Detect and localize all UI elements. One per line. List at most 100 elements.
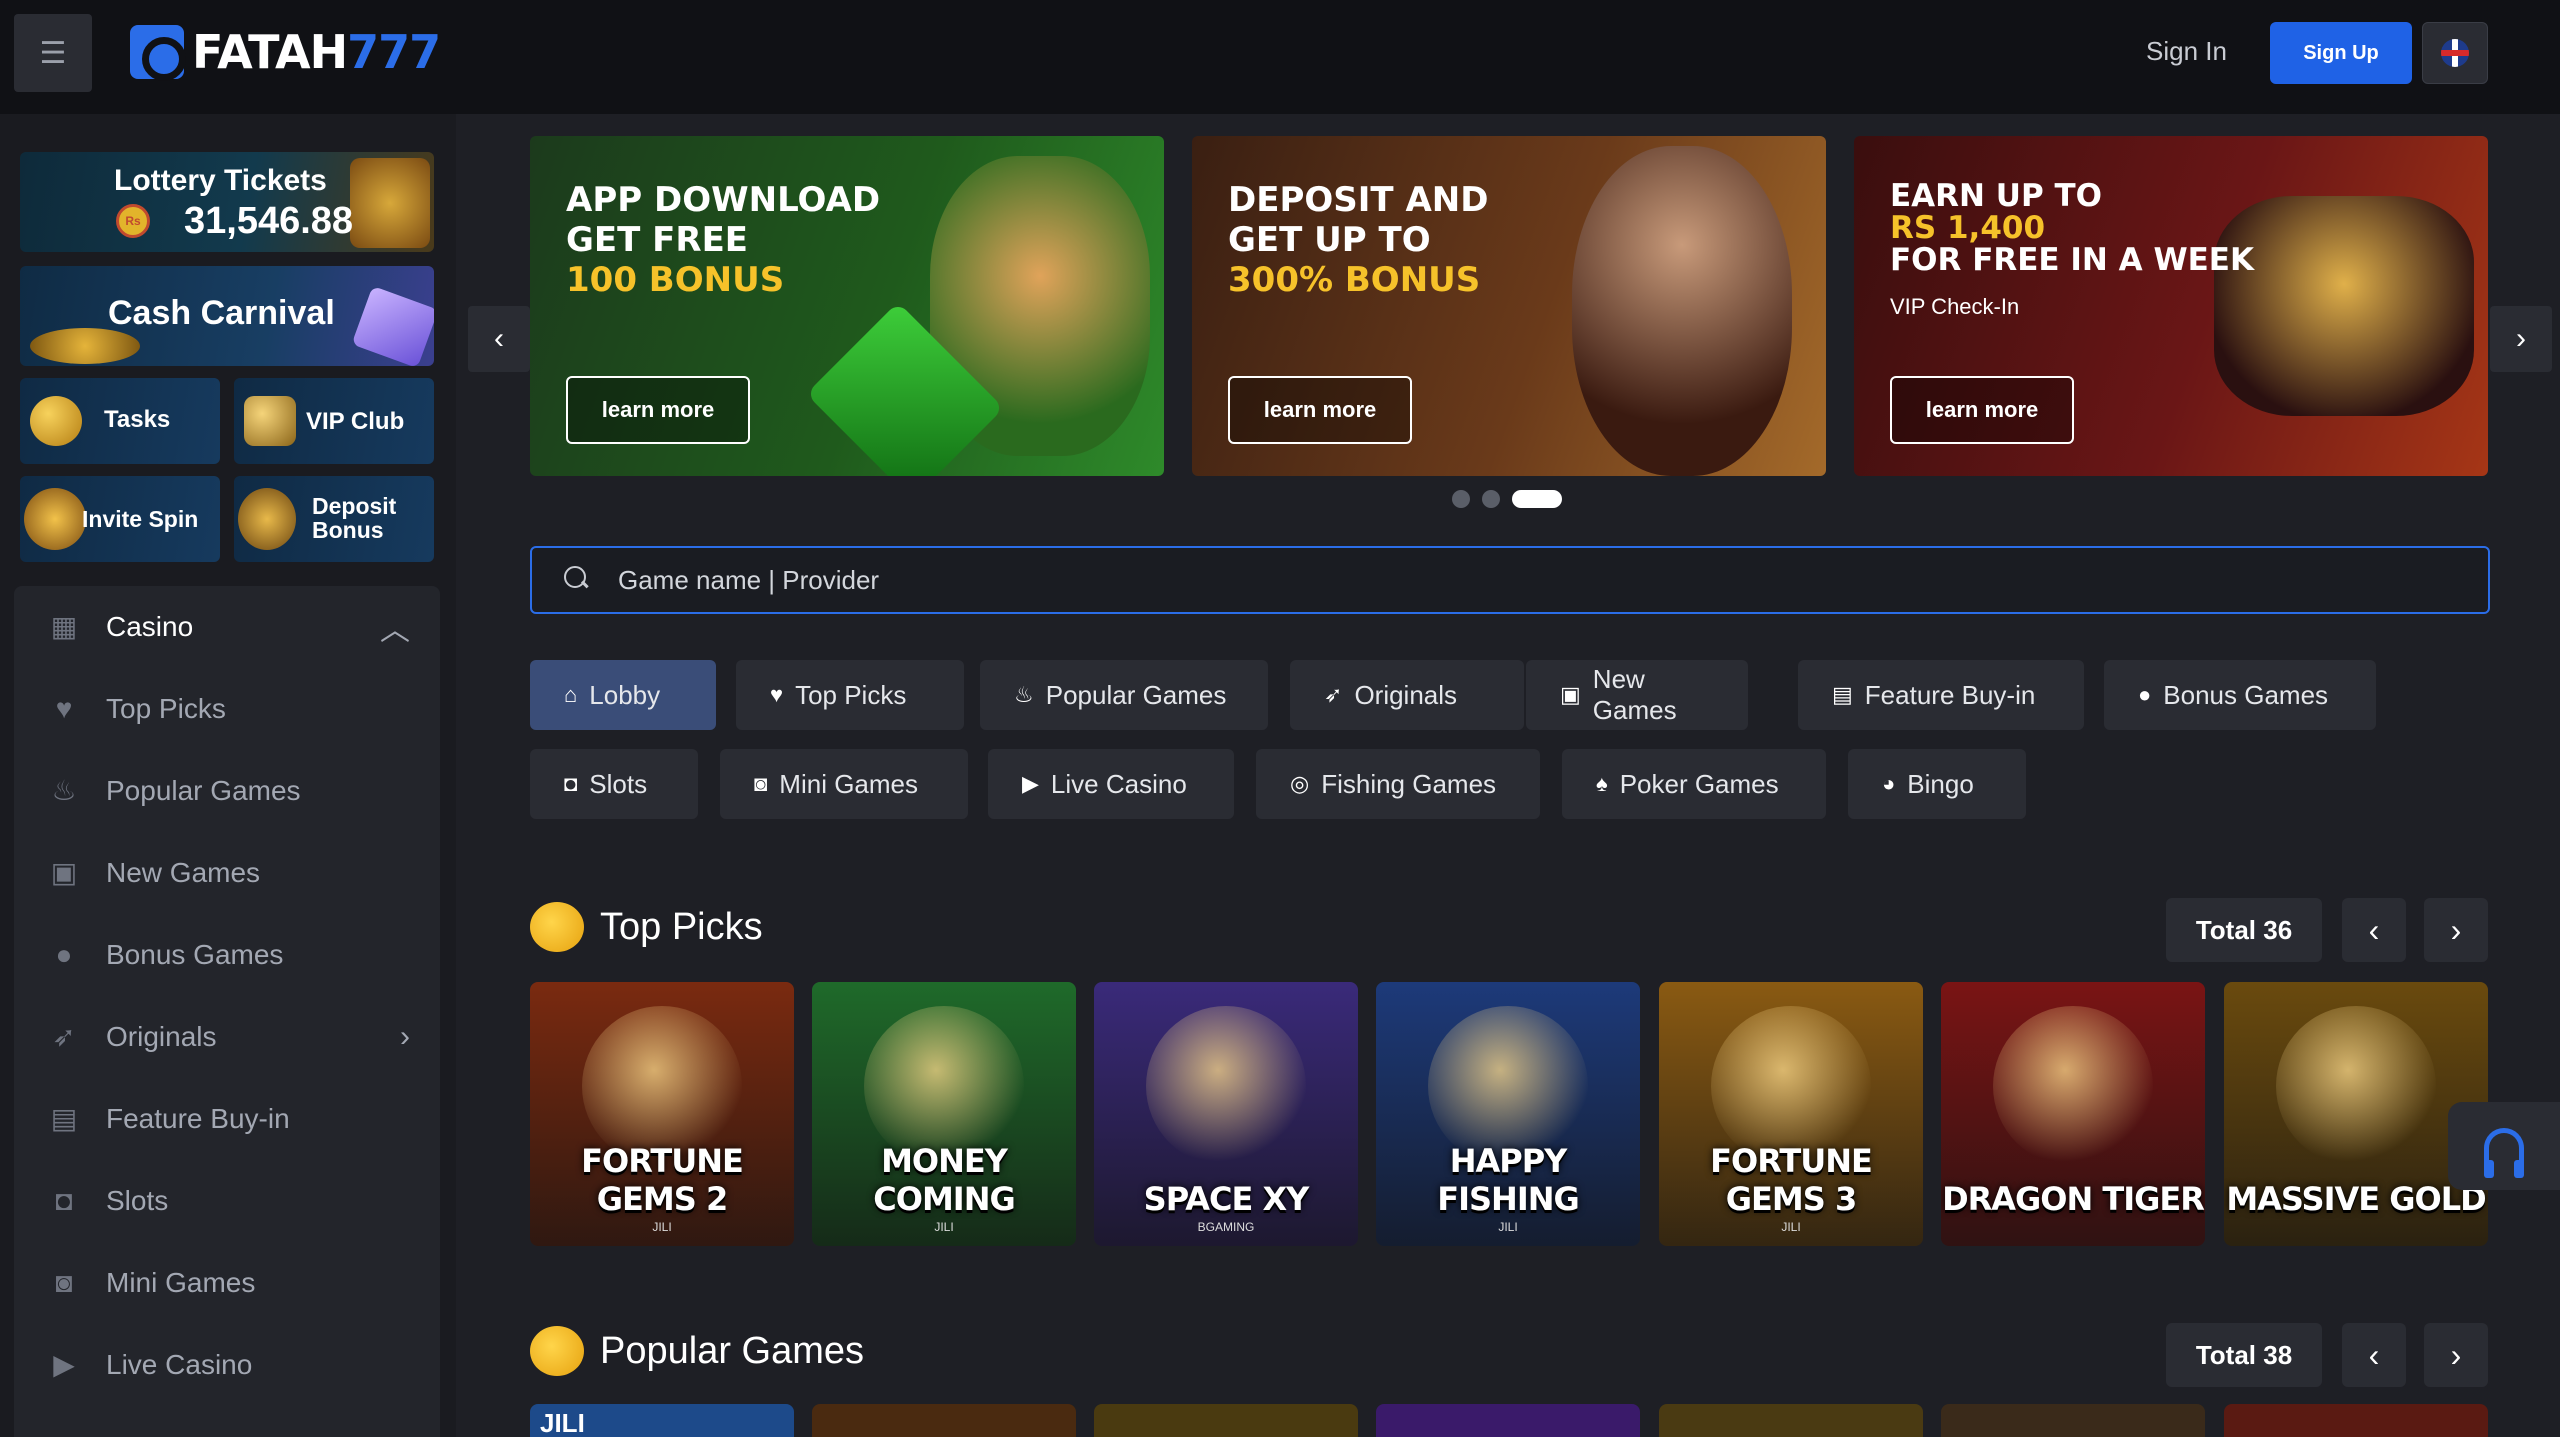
category-bingo[interactable]: ◕ Bingo (1848, 749, 2026, 819)
bonus-coin-icon: ● (2138, 682, 2152, 707)
invite-spin-label: Invite Spin (82, 506, 199, 532)
learn-more-button[interactable]: learn more (566, 376, 750, 444)
tasks-promo[interactable]: Tasks (20, 378, 220, 464)
lottery-ticket-icon (350, 158, 430, 248)
banner-vip-check-in[interactable]: EARN UP TO RS 1,400 FOR FREE IN A WEEK V… (1854, 136, 2488, 476)
search-input[interactable]: Game name | Provider (530, 546, 2490, 614)
game-provider: JILI (934, 1220, 954, 1234)
sidebar-item-popular-games[interactable]: ♨ Popular Games (14, 750, 440, 832)
game-tile[interactable]: MONEY COMING JILI (812, 982, 1076, 1246)
sidebar-item-bonus-games[interactable]: ● Bonus Games (14, 914, 440, 996)
sidebar-item-live-casino[interactable]: ▶ Live Casino (14, 1324, 440, 1406)
category-lobby[interactable]: ⌂ Lobby (530, 660, 716, 730)
top-picks-prev-button[interactable]: ‹ (2342, 898, 2406, 962)
banner-app-download[interactable]: APP DOWNLOAD GET FREE 100 BONUS learn mo… (530, 136, 1164, 476)
sidebar-item-slots[interactable]: ◘ Slots (14, 1160, 440, 1242)
popular-games-prev-button[interactable]: ‹ (2342, 1323, 2406, 1387)
top-picks-next-button[interactable]: › (2424, 898, 2488, 962)
category-popular-games[interactable]: ♨ Popular Games (980, 660, 1268, 730)
game-tile[interactable]: HAPPY FISHING JILI (1376, 982, 1640, 1246)
casino-icon: ▦ (50, 611, 78, 642)
sidebar-item-feature-buy-in[interactable]: ▤ Feature Buy-in (14, 1078, 440, 1160)
category-live-casino[interactable]: ▶ Live Casino (988, 749, 1234, 819)
carousel-dot[interactable] (1482, 490, 1500, 508)
cash-carnival-promo[interactable]: Cash Carnival (20, 266, 434, 366)
chevron-right-icon: › (2450, 1336, 2462, 1373)
game-tile[interactable] (812, 1404, 1076, 1437)
hamburger-menu-button[interactable]: ☰ (14, 14, 92, 92)
game-tile[interactable]: FORTUNE GEMS 2 JILI (530, 982, 794, 1246)
invite-spin-promo[interactable]: Invite Spin (20, 476, 220, 562)
category-fishing-games[interactable]: ◎ Fishing Games (1256, 749, 1540, 819)
category-top-picks[interactable]: ♥ Top Picks (736, 660, 964, 730)
game-tile[interactable]: FORTUNE GEMS 3 JILI (1659, 982, 1923, 1246)
sidebar-item-originals[interactable]: ➶ Originals › (14, 996, 440, 1078)
language-selector[interactable] (2422, 22, 2488, 84)
deposit-bonus-label-line1: Deposit (312, 493, 397, 519)
sidebar-item-top-picks[interactable]: ♥ Top Picks (14, 668, 440, 750)
category-feature-buy-in[interactable]: ▤ Feature Buy-in (1798, 660, 2084, 730)
banner-line1: DEPOSIT AND (1228, 180, 1489, 220)
gift-icon: ▣ (50, 857, 78, 888)
category-new-games[interactable]: ▣ New Games (1526, 660, 1748, 730)
carousel-prev-button[interactable]: ‹ (468, 306, 530, 372)
category-label: Top Picks (795, 679, 907, 710)
game-tile[interactable] (1941, 1404, 2205, 1437)
slots-icon: ◘ (564, 771, 578, 796)
coins-icon (30, 328, 140, 364)
lottery-tickets-promo[interactable]: Lottery Tickets Rs 31,546.88 (20, 152, 434, 252)
learn-more-button[interactable]: learn more (1890, 376, 2074, 444)
chevron-up-icon[interactable]: ︿ (380, 605, 410, 649)
fire-icon (530, 1326, 584, 1376)
fishing-icon: ◎ (1290, 771, 1310, 796)
sidebar-item-new-games[interactable]: ▣ New Games (14, 832, 440, 914)
sign-up-button[interactable]: Sign Up (2270, 22, 2412, 84)
chevron-right-icon: › (2450, 911, 2462, 948)
cart-icon: ▤ (50, 1103, 78, 1134)
deposit-bonus-promo[interactable]: Deposit Bonus (234, 476, 434, 562)
customer-support-button[interactable] (2448, 1102, 2560, 1190)
sidebar-item-label: Live Casino (106, 1349, 253, 1380)
sidebar-item-mini-games[interactable]: ◙ Mini Games (14, 1242, 440, 1324)
bingo-icon: ◕ (1882, 771, 1896, 796)
carousel-dot-active[interactable] (1512, 490, 1562, 508)
banner-subtitle: VIP Check-In (1890, 294, 2020, 319)
category-originals[interactable]: ➶ Originals (1290, 660, 1524, 730)
game-tile[interactable] (1659, 1404, 1923, 1437)
sign-in-link[interactable]: Sign In (2146, 36, 2227, 67)
carousel-dots (1452, 490, 1562, 508)
popular-games-next-button[interactable]: › (2424, 1323, 2488, 1387)
chevron-right-icon[interactable]: › (400, 1020, 410, 1054)
game-title: FORTUNE GEMS 2 (581, 1142, 744, 1218)
learn-more-button[interactable]: learn more (1228, 376, 1412, 444)
game-tile[interactable] (1094, 1404, 1358, 1437)
category-poker-games[interactable]: ♠ Poker Games (1562, 749, 1826, 819)
tasks-label: Tasks (104, 406, 171, 433)
banner-deposit-bonus[interactable]: DEPOSIT AND GET UP TO 300% BONUS learn m… (1192, 136, 1826, 476)
game-tile[interactable]: DRAGON TIGER (1941, 982, 2205, 1246)
category-label: Lobby (589, 679, 661, 710)
game-tile[interactable]: SPACE XY BGAMING (1094, 982, 1358, 1246)
banner-line3: FOR FREE IN A WEEK (1890, 242, 2255, 278)
category-bonus-games[interactable]: ● Bonus Games (2104, 660, 2376, 730)
carousel-dot[interactable] (1452, 490, 1470, 508)
category-label: Popular Games (1045, 679, 1227, 710)
deposit-bonus-label-line2: Bonus (312, 517, 384, 543)
site-logo[interactable]: FATAH777 (130, 24, 441, 81)
game-provider: JILI (540, 1408, 585, 1437)
game-tile[interactable] (2224, 1404, 2488, 1437)
vip-club-promo[interactable]: VIP Club (234, 378, 434, 464)
category-slots[interactable]: ◘ Slots (530, 749, 698, 819)
sidebar-item-label: Popular Games (106, 775, 301, 806)
sidebar-item-casino[interactable]: ▦ Casino ︿ (14, 586, 440, 668)
category-label: Feature Buy-in (1864, 679, 2036, 710)
game-art-icon (1146, 1006, 1306, 1166)
spade-icon: ♠ (1596, 771, 1608, 796)
category-mini-games[interactable]: ◙ Mini Games (720, 749, 968, 819)
category-label: New Games (1592, 664, 1677, 725)
carousel-next-button[interactable]: › (2490, 306, 2552, 372)
fire-icon: ♨ (1014, 682, 1034, 707)
game-tile[interactable] (1376, 1404, 1640, 1437)
heart-pulse-icon: ♥ (55, 693, 73, 724)
game-tile[interactable]: JILI (530, 1404, 794, 1437)
